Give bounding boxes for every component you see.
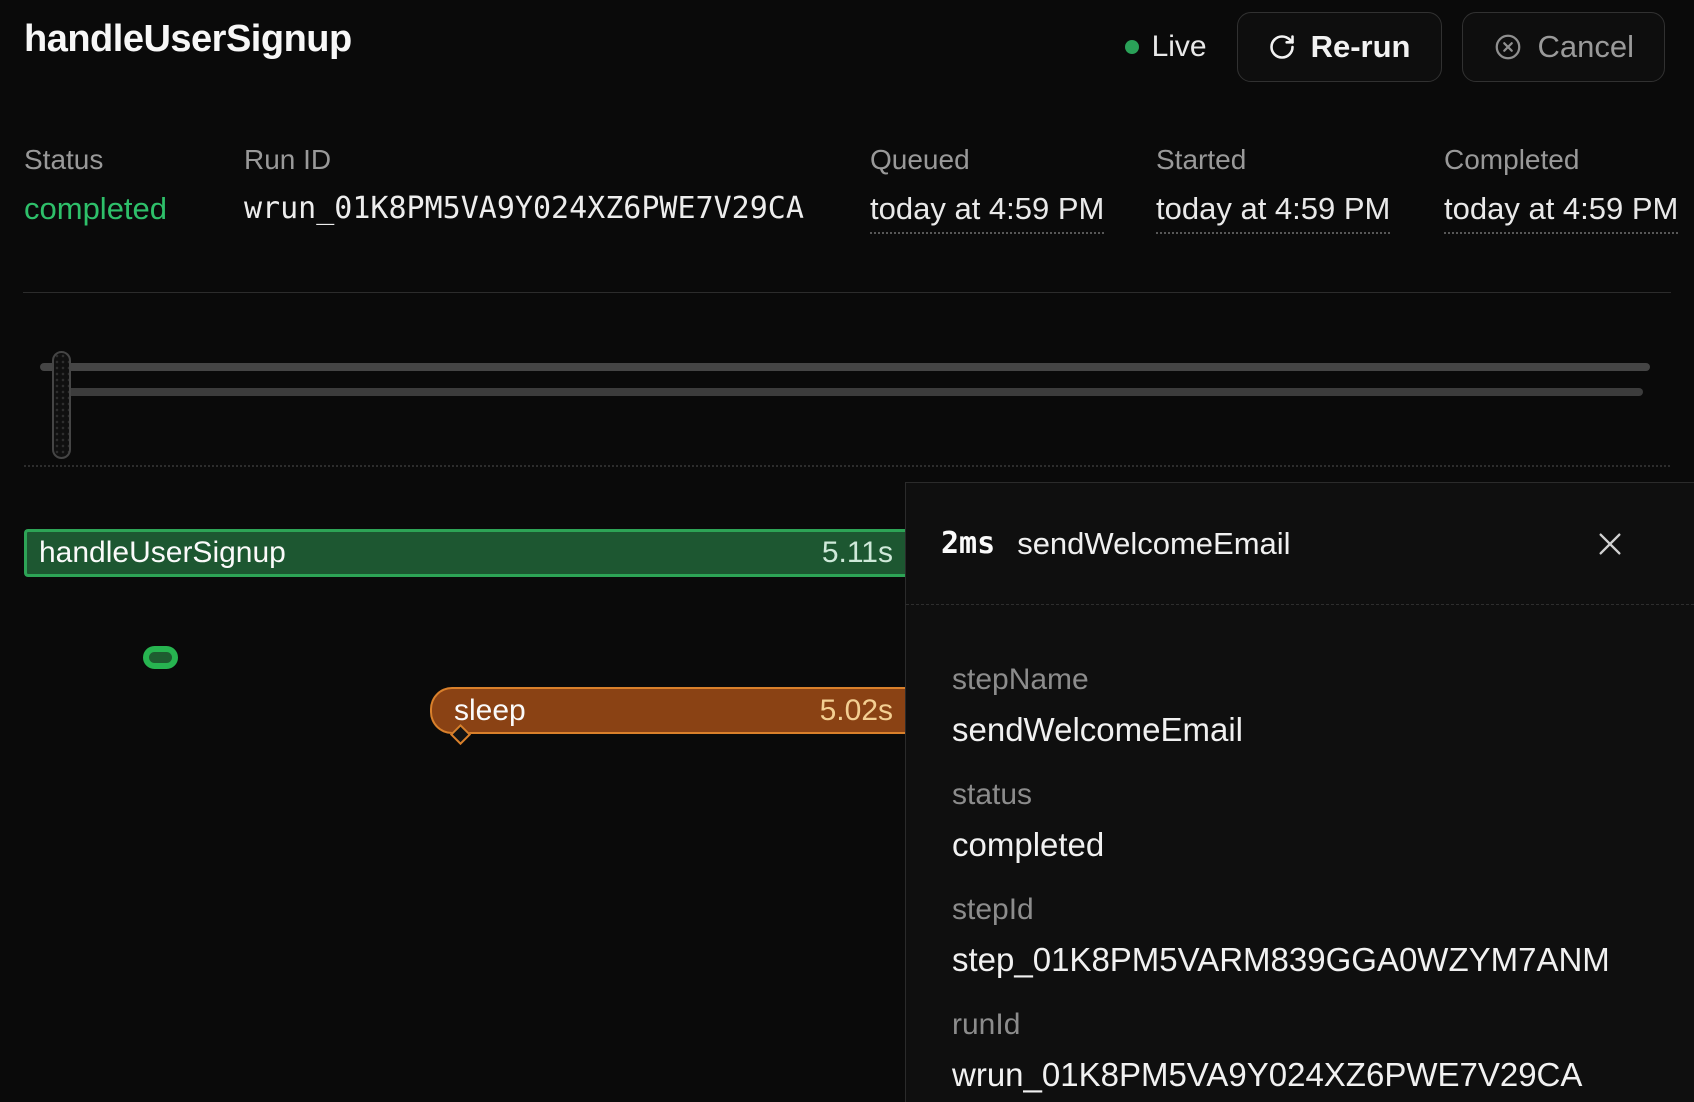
field-step-name: stepName sendWelcomeEmail [952, 663, 1648, 750]
panel-step-duration: 2ms [941, 526, 995, 561]
circle-x-icon [1493, 32, 1523, 62]
queued-value: today at 4:59 PM [870, 191, 1104, 234]
status-label: Status [24, 145, 167, 175]
timeline-scrubber-handle[interactable] [52, 351, 71, 459]
live-dot-icon [1125, 40, 1139, 54]
field-value: sendWelcomeEmail [952, 710, 1648, 750]
function-bar-label: handleUserSignup [39, 536, 286, 570]
field-run-id: runId wrun_01K8PM5VA9Y024XZ6PWE7V29CA [952, 1008, 1648, 1095]
field-value: wrun_01K8PM5VA9Y024XZ6PWE7V29CA [952, 1055, 1648, 1095]
status-value: completed [24, 191, 167, 227]
gantt-bar-sleep[interactable]: sleep 5.02s [430, 687, 905, 734]
rerun-button[interactable]: Re-run [1237, 12, 1442, 82]
meta-status: Status completed [24, 145, 167, 227]
field-label: status [952, 778, 1648, 812]
meta-completed: Completed today at 4:59 PM [1444, 145, 1678, 234]
meta-run-id: Run ID wrun_01K8PM5VA9Y024XZ6PWE7V29CA [244, 145, 804, 227]
field-step-id: stepId step_01K8PM5VARM839GGA0WZYM7ANM [952, 893, 1648, 980]
queued-label: Queued [870, 145, 1104, 175]
meta-queued: Queued today at 4:59 PM [870, 145, 1104, 234]
panel-body: stepName sendWelcomeEmail status complet… [906, 605, 1694, 1095]
refresh-icon [1268, 33, 1296, 61]
meta-started: Started today at 4:59 PM [1156, 145, 1390, 234]
started-value: today at 4:59 PM [1156, 191, 1390, 234]
live-label: Live [1152, 30, 1207, 64]
panel-close-button[interactable] [1588, 522, 1632, 566]
panel-header: 2ms sendWelcomeEmail [906, 483, 1694, 605]
completed-value: today at 4:59 PM [1444, 191, 1678, 234]
field-label: stepId [952, 893, 1648, 927]
field-label: runId [952, 1008, 1648, 1042]
section-divider [23, 292, 1671, 293]
rerun-label: Re-run [1311, 29, 1411, 65]
cancel-button[interactable]: Cancel [1462, 12, 1666, 82]
chart-divider [24, 465, 1670, 467]
panel-step-title: sendWelcomeEmail [1017, 526, 1588, 562]
close-icon [1594, 528, 1626, 560]
step-detail-panel: 2ms sendWelcomeEmail stepName sendWelcom… [905, 482, 1694, 1102]
run-id-value: wrun_01K8PM5VA9Y024XZ6PWE7V29CA [244, 191, 804, 227]
started-label: Started [1156, 145, 1390, 175]
field-status: status completed [952, 778, 1648, 865]
live-toggle[interactable]: Live [1125, 30, 1207, 64]
header-actions: Live Re-run Cancel [1125, 12, 1665, 82]
completed-label: Completed [1444, 145, 1678, 175]
gantt-step-pill[interactable] [143, 646, 178, 669]
minimap-bar-step[interactable] [62, 388, 1643, 396]
minimap-bar-function[interactable] [40, 363, 1650, 371]
field-value: completed [952, 825, 1648, 865]
gantt-bar-function[interactable]: handleUserSignup 5.11s [24, 529, 905, 577]
sleep-bar-duration: 5.02s [820, 694, 893, 728]
cancel-label: Cancel [1538, 29, 1635, 65]
field-label: stepName [952, 663, 1648, 697]
field-value: step_01K8PM5VARM839GGA0WZYM7ANM [952, 940, 1648, 980]
page-title: handleUserSignup [24, 18, 352, 61]
run-id-label: Run ID [244, 145, 804, 175]
function-bar-duration: 5.11s [822, 536, 893, 570]
sleep-bar-label: sleep [454, 694, 526, 728]
